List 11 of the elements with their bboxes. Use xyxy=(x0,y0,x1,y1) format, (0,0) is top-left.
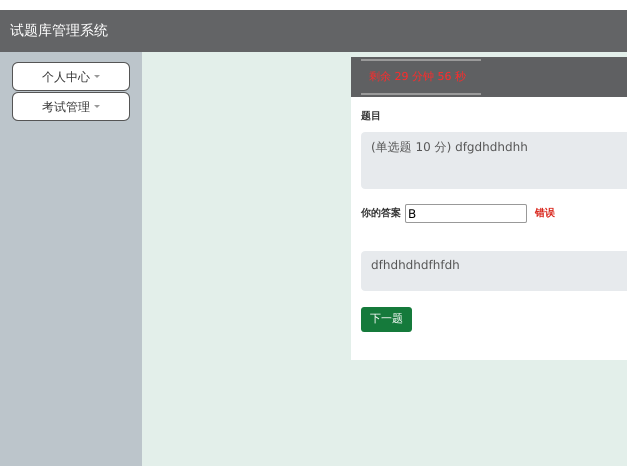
correct-answer-text: dfhdhdhdfhfdh xyxy=(361,251,627,291)
result-text: 错误 xyxy=(535,206,555,221)
next-question-button[interactable]: 下一题 xyxy=(361,307,412,332)
answer-field[interactable]: B xyxy=(405,204,527,223)
question-text: (单选题 10 分) dfgdhdhdhh xyxy=(361,132,627,189)
countdown-timer: 剩余 29 分钟 56 秒 xyxy=(368,68,467,85)
app-title: 试题库管理系统 xyxy=(10,22,108,40)
question-label: 题目 xyxy=(361,110,382,124)
answer-label: 你的答案 xyxy=(361,206,401,221)
menu-dropdown-button[interactable]: 个人中心 xyxy=(12,62,130,91)
menu-dropdown-button[interactable]: 考试管理 xyxy=(12,92,130,121)
